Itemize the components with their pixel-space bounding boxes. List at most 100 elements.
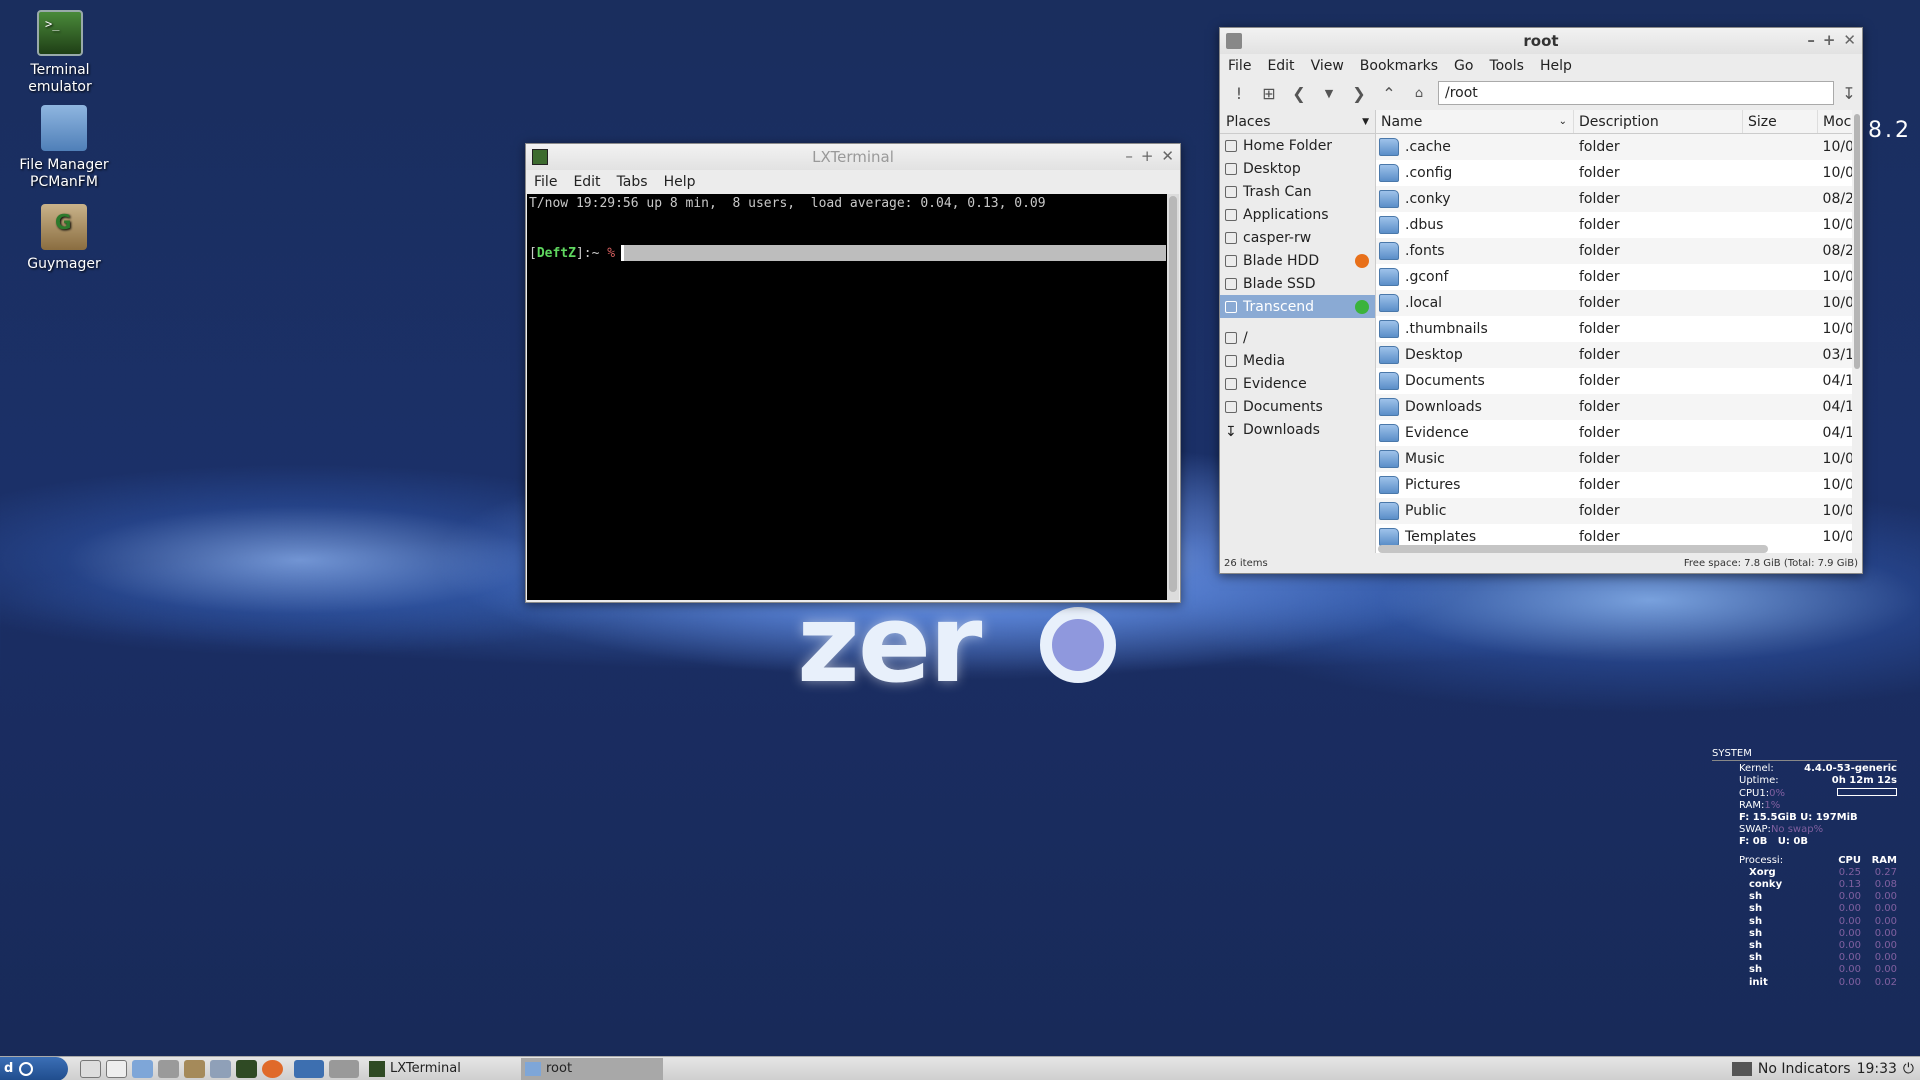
- place-blade-ssd[interactable]: Blade SSD: [1220, 272, 1375, 295]
- menu-help[interactable]: Help: [664, 174, 696, 190]
- minimize-icon[interactable]: –: [1125, 147, 1133, 165]
- workspace-2-icon[interactable]: [329, 1059, 359, 1078]
- table-row[interactable]: .local folder 10/0: [1376, 290, 1862, 316]
- desktop-icon-guymager[interactable]: Guymager: [4, 204, 124, 273]
- minimize-icon[interactable]: –: [1807, 31, 1815, 49]
- place-desktop[interactable]: Desktop: [1220, 157, 1375, 180]
- text-editor-icon[interactable]: [106, 1059, 127, 1078]
- place-casper-rw[interactable]: casper-rw: [1220, 226, 1375, 249]
- close-icon[interactable]: ✕: [1161, 147, 1174, 165]
- history-dropdown-icon[interactable]: ▼: [1314, 87, 1344, 100]
- place-transcend[interactable]: Transcend: [1220, 295, 1375, 318]
- desktop-icon-terminal[interactable]: Terminal emulator: [0, 10, 120, 96]
- monitor-icon[interactable]: [1731, 1061, 1752, 1076]
- file-manager-window[interactable]: root – + ✕ File Edit View Bookmarks Go T…: [1219, 27, 1863, 574]
- table-row[interactable]: .dbus folder 10/0: [1376, 212, 1862, 238]
- menu-bookmarks[interactable]: Bookmarks: [1360, 58, 1438, 74]
- table-row[interactable]: .config folder 10/0: [1376, 160, 1862, 186]
- task-root[interactable]: root: [521, 1057, 663, 1080]
- menu-file[interactable]: File: [1228, 58, 1251, 74]
- folder-icon: [1379, 242, 1399, 260]
- go-icon[interactable]: ↧: [1840, 84, 1858, 103]
- guymager-icon[interactable]: [184, 1059, 205, 1078]
- task-lxterminal[interactable]: LXTerminal: [365, 1058, 515, 1080]
- maximize-icon[interactable]: +: [1823, 31, 1836, 49]
- place-home-folder[interactable]: Home Folder: [1220, 134, 1375, 157]
- table-row[interactable]: .thumbnails folder 10/0: [1376, 316, 1862, 342]
- menu-file[interactable]: File: [534, 174, 557, 190]
- table-row[interactable]: Desktop folder 03/1: [1376, 342, 1862, 368]
- terminal-window[interactable]: LXTerminal – + ✕ File Edit Tabs Help T/n…: [525, 143, 1181, 603]
- power-icon[interactable]: ⏻: [1903, 1061, 1914, 1077]
- column-description[interactable]: Description: [1574, 110, 1743, 133]
- file-list-hscrollbar[interactable]: [1378, 545, 1768, 553]
- close-icon[interactable]: ✕: [1843, 31, 1856, 49]
- file-list-scrollbar[interactable]: [1852, 110, 1862, 553]
- start-menu-button[interactable]: d: [0, 1056, 68, 1080]
- table-row[interactable]: .fonts folder 08/2: [1376, 238, 1862, 264]
- terminal-output[interactable]: T/now 19:29:56 up 8 min, 8 users, load a…: [527, 194, 1168, 600]
- bookmark-downloads[interactable]: ↧ Downloads: [1220, 418, 1375, 441]
- file-modified: 03/1: [1822, 347, 1854, 363]
- terminal-icon[interactable]: [236, 1059, 257, 1078]
- desktop-icon-label: File Manager PCManFM: [19, 157, 109, 190]
- new-tab-icon[interactable]: ⊞: [1254, 84, 1284, 103]
- network-icon[interactable]: [158, 1059, 179, 1078]
- table-row[interactable]: Public folder 10/0: [1376, 498, 1862, 524]
- table-row[interactable]: .conky folder 08/2: [1376, 186, 1862, 212]
- firefox-icon[interactable]: [262, 1059, 283, 1078]
- path-input[interactable]: /root: [1438, 81, 1834, 105]
- place-trash-can[interactable]: Trash Can: [1220, 180, 1375, 203]
- desktop-icon-file-manager[interactable]: File Manager PCManFM: [4, 105, 124, 191]
- folder-icon: [1379, 528, 1399, 546]
- disk-tool-icon[interactable]: [210, 1059, 231, 1078]
- menu-help[interactable]: Help: [1540, 58, 1572, 74]
- table-row[interactable]: .cache folder 10/0: [1376, 134, 1862, 160]
- menu-tabs[interactable]: Tabs: [617, 174, 648, 190]
- indicator-text[interactable]: No Indicators: [1758, 1061, 1851, 1077]
- places-header[interactable]: Places ▼: [1220, 110, 1375, 134]
- table-row[interactable]: .gconf folder 10/0: [1376, 264, 1862, 290]
- file-name: .dbus: [1405, 217, 1444, 233]
- column-modified[interactable]: Moc: [1818, 110, 1856, 133]
- terminal-scrollbar[interactable]: [1167, 194, 1179, 600]
- scrollbar-thumb[interactable]: [1169, 196, 1177, 592]
- show-desktop-icon[interactable]: [80, 1059, 101, 1078]
- table-row[interactable]: Documents folder 04/1: [1376, 368, 1862, 394]
- place-blade-hdd[interactable]: Blade HDD: [1220, 249, 1375, 272]
- file-modified: 10/0: [1822, 217, 1854, 233]
- scrollbar-thumb[interactable]: [1854, 114, 1860, 369]
- home-icon[interactable]: ⌂: [1404, 86, 1434, 101]
- table-row[interactable]: Evidence folder 04/1: [1376, 420, 1862, 446]
- menu-view[interactable]: View: [1311, 58, 1344, 74]
- place-applications[interactable]: Applications: [1220, 203, 1375, 226]
- desktop-icon: [1225, 162, 1237, 175]
- menu-edit[interactable]: Edit: [573, 174, 600, 190]
- file-list[interactable]: Name ⌄ Description Size Moc .cache folder 1…: [1375, 110, 1862, 553]
- forward-icon[interactable]: ❯: [1344, 84, 1374, 103]
- chevron-down-icon[interactable]: ▼: [1362, 117, 1369, 127]
- menu-go[interactable]: Go: [1454, 58, 1473, 74]
- bookmark-root[interactable]: /: [1220, 326, 1375, 349]
- clock[interactable]: 19:33: [1857, 1061, 1897, 1077]
- table-row[interactable]: Downloads folder 04/1: [1376, 394, 1862, 420]
- table-row[interactable]: Pictures folder 10/0: [1376, 472, 1862, 498]
- workspace-1-icon[interactable]: [294, 1059, 324, 1078]
- menu-tools[interactable]: Tools: [1489, 58, 1524, 74]
- maximize-icon[interactable]: +: [1141, 147, 1154, 165]
- table-row[interactable]: Music folder 10/0: [1376, 446, 1862, 472]
- file-name: Pictures: [1405, 477, 1461, 493]
- eject-icon[interactable]: [1355, 300, 1369, 314]
- file-manager-icon[interactable]: [132, 1059, 153, 1078]
- bookmark-evidence[interactable]: Evidence: [1220, 372, 1375, 395]
- eject-icon[interactable]: [1355, 254, 1369, 268]
- fm-titlebar[interactable]: root – + ✕: [1220, 28, 1862, 54]
- bookmark-media[interactable]: Media: [1220, 349, 1375, 372]
- menu-edit[interactable]: Edit: [1267, 58, 1294, 74]
- back-icon[interactable]: ❮: [1284, 84, 1314, 103]
- up-icon[interactable]: ⌃: [1374, 84, 1404, 103]
- column-name[interactable]: Name ⌄: [1376, 110, 1574, 133]
- terminal-titlebar[interactable]: LXTerminal – + ✕: [526, 144, 1180, 170]
- bookmark-documents[interactable]: Documents: [1220, 395, 1375, 418]
- column-size[interactable]: Size: [1743, 110, 1818, 133]
